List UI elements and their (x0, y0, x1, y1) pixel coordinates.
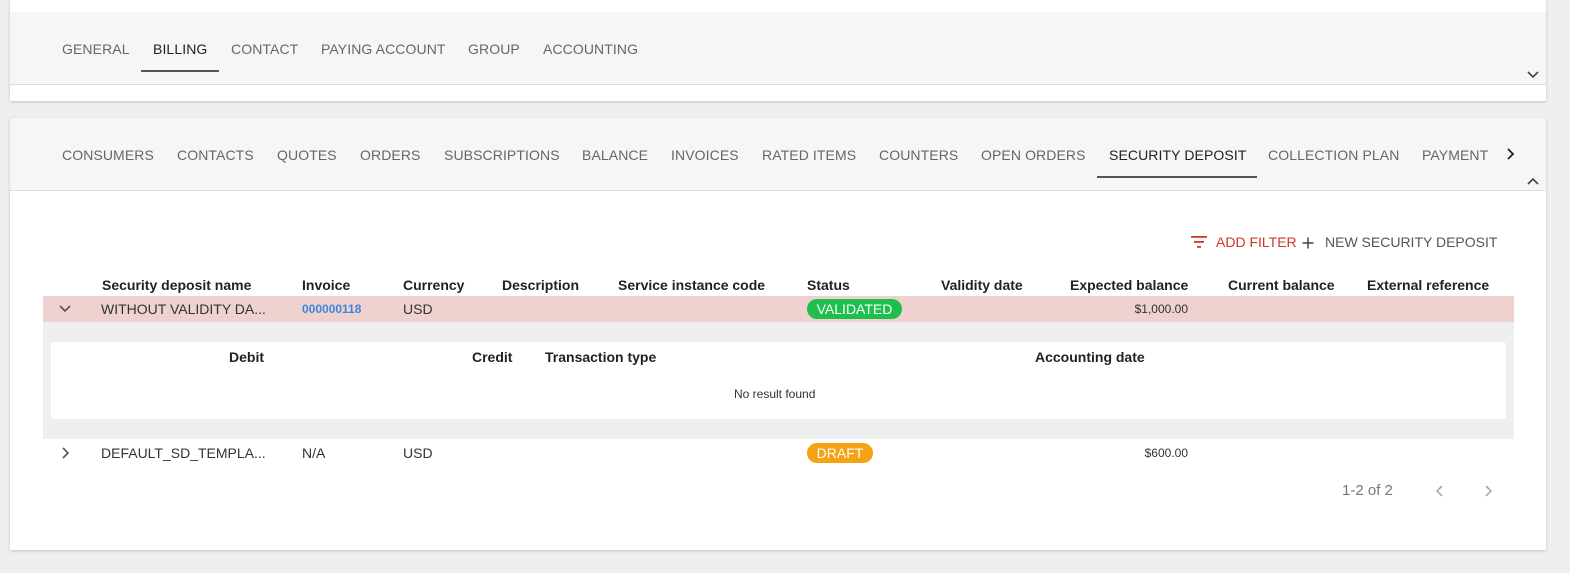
pagination-range: 1-2 of 2 (1342, 482, 1393, 499)
tab-contact[interactable]: CONTACT (231, 41, 298, 57)
account-tab-bar: GENERAL BILLING CONTACT PAYING ACCOUNT G… (10, 12, 1546, 85)
row-detail-panel: Debit Credit Transaction type Accounting… (43, 322, 1514, 439)
tab-payment[interactable]: PAYMENT (1422, 147, 1488, 163)
previous-page-icon[interactable] (1433, 484, 1447, 498)
tab-orders[interactable]: ORDERS (360, 147, 421, 163)
cell-name: DEFAULT_SD_TEMPLA... (101, 445, 266, 461)
add-filter-button[interactable]: ADD FILTER (1216, 234, 1297, 250)
active-tab-indicator (1097, 176, 1257, 178)
tab-billing[interactable]: BILLING (153, 41, 207, 57)
filter-icon[interactable] (1190, 235, 1208, 249)
new-security-deposit-button[interactable]: NEW SECURITY DEPOSIT (1325, 234, 1497, 250)
status-badge: VALIDATED (807, 299, 902, 319)
active-tab-indicator (141, 70, 219, 72)
header-validity-date[interactable]: Validity date (941, 277, 1023, 293)
header-invoice[interactable]: Invoice (302, 277, 350, 293)
tab-contacts[interactable]: CONTACTS (177, 147, 254, 163)
transactions-subtable: Debit Credit Transaction type Accounting… (51, 342, 1506, 419)
header-external-reference[interactable]: External reference (1367, 277, 1489, 293)
tab-collection-plan[interactable]: COLLECTION PLAN (1268, 147, 1399, 163)
cell-currency: USD (403, 301, 433, 317)
empty-state-text: No result found (734, 387, 816, 401)
table-row[interactable]: DEFAULT_SD_TEMPLA... N/A USD DRAFT $600.… (43, 440, 1514, 466)
tab-general[interactable]: GENERAL (62, 41, 130, 57)
header-security-deposit-name[interactable]: Security deposit name (102, 277, 251, 293)
tab-balance[interactable]: BALANCE (582, 147, 648, 163)
account-tabs-card: GENERAL BILLING CONTACT PAYING ACCOUNT G… (10, 0, 1546, 101)
tab-consumers[interactable]: CONSUMERS (62, 147, 154, 163)
tab-quotes[interactable]: QUOTES (277, 147, 337, 163)
tab-group[interactable]: GROUP (468, 41, 520, 57)
tab-counters[interactable]: COUNTERS (879, 147, 958, 163)
header-currency[interactable]: Currency (403, 277, 464, 293)
expand-chevron-icon[interactable] (58, 446, 72, 460)
table-row[interactable]: WITHOUT VALIDITY DA... 000000118 USD VAL… (43, 296, 1514, 322)
tab-security-deposit[interactable]: SECURITY DEPOSIT (1109, 147, 1246, 163)
invoice-link[interactable]: 000000118 (302, 302, 361, 316)
chevron-down-icon[interactable] (1526, 68, 1540, 82)
cell-expected-balance: $1,000.00 (1134, 302, 1188, 316)
subheader-accounting-date[interactable]: Accounting date (1035, 349, 1145, 365)
plus-icon[interactable] (1302, 236, 1314, 249)
header-expected-balance[interactable]: Expected balance (1070, 277, 1188, 293)
header-service-instance-code[interactable]: Service instance code (618, 277, 765, 293)
cell-expected-balance: $600.00 (1144, 446, 1188, 460)
header-current-balance[interactable]: Current balance (1228, 277, 1335, 293)
next-page-icon[interactable] (1481, 484, 1495, 498)
billing-tab-bar: CONSUMERS CONTACTS QUOTES ORDERS SUBSCRI… (10, 118, 1546, 191)
chevron-right-icon[interactable] (1503, 147, 1517, 161)
tab-paying-account[interactable]: PAYING ACCOUNT (321, 41, 446, 57)
header-status[interactable]: Status (807, 277, 850, 293)
collapse-chevron-icon[interactable] (58, 302, 72, 316)
status-badge: DRAFT (807, 443, 873, 463)
subheader-debit[interactable]: Debit (229, 349, 264, 365)
header-description[interactable]: Description (502, 277, 579, 293)
tab-invoices[interactable]: INVOICES (671, 147, 739, 163)
subheader-credit[interactable]: Credit (472, 349, 512, 365)
cell-invoice: N/A (302, 445, 326, 461)
cell-name: WITHOUT VALIDITY DA... (101, 301, 266, 317)
billing-card: CONSUMERS CONTACTS QUOTES ORDERS SUBSCRI… (10, 118, 1546, 550)
subheader-transaction-type[interactable]: Transaction type (545, 349, 656, 365)
tab-accounting[interactable]: ACCOUNTING (543, 41, 638, 57)
tab-rated-items[interactable]: RATED ITEMS (762, 147, 856, 163)
cell-currency: USD (403, 445, 433, 461)
tab-open-orders[interactable]: OPEN ORDERS (981, 147, 1086, 163)
tab-subscriptions[interactable]: SUBSCRIPTIONS (444, 147, 560, 163)
chevron-up-icon[interactable] (1526, 174, 1540, 188)
